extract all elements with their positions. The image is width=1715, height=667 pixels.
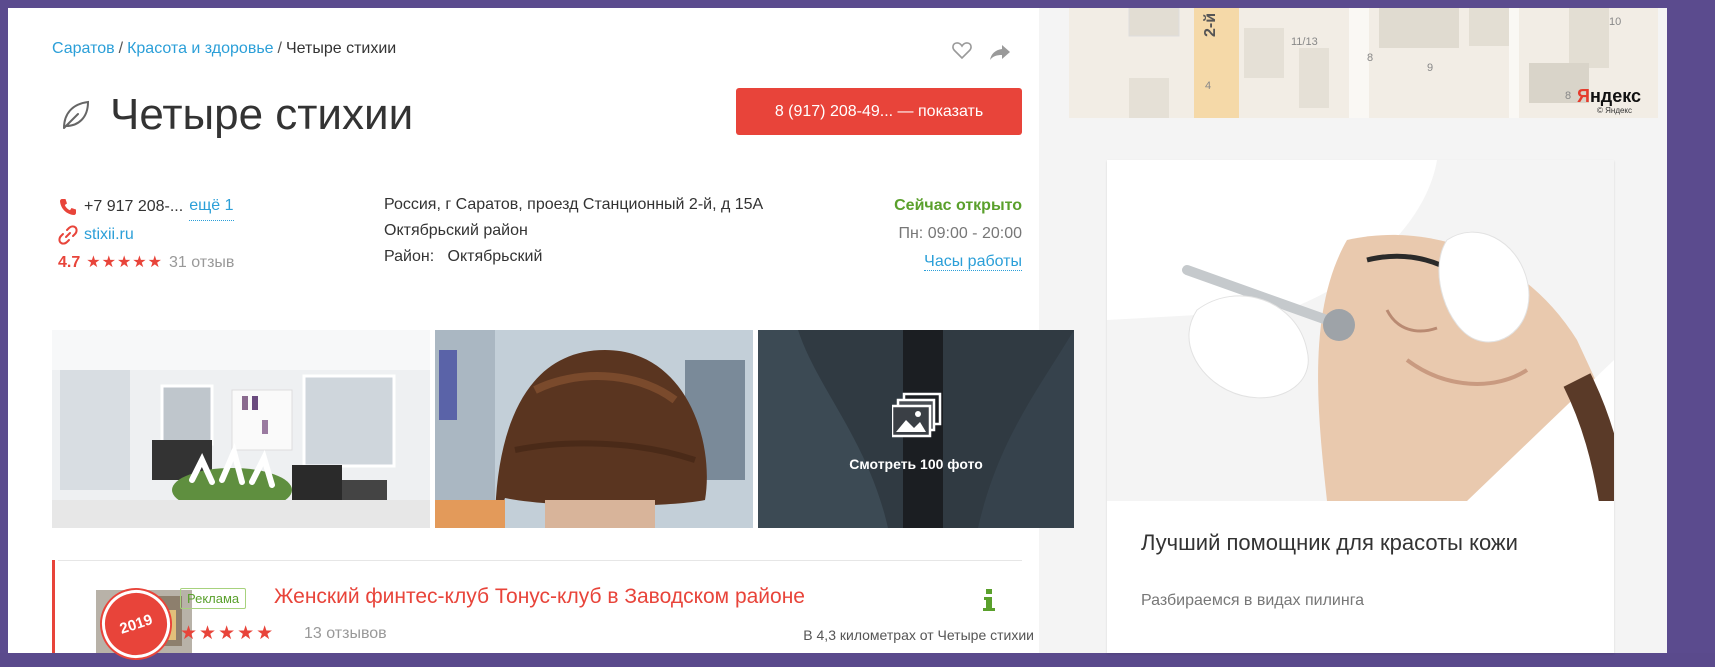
breadcrumb-link-city[interactable]: Саратов [52, 40, 115, 57]
website-link[interactable]: stixii.ru [84, 221, 134, 249]
area-label: Район: [384, 248, 435, 265]
breadcrumb-separator: / [277, 40, 282, 57]
article-card[interactable]: Лучший помощник для красоты кожи Разбира… [1107, 160, 1614, 653]
ad-label: Реклама [180, 588, 247, 609]
ad-title-link[interactable]: Женский финтес-клуб Тонус-клуб в Заводск… [274, 585, 805, 609]
article-title[interactable]: Лучший помощник для красоты кожи [1141, 529, 1581, 557]
map-house-number: 4 [1205, 80, 1212, 92]
map-house-number: 8 [1565, 90, 1572, 102]
gallery-icon [892, 392, 942, 438]
more-photos-tile[interactable]: Смотреть 100 фото [758, 330, 1074, 528]
link-icon [58, 225, 78, 245]
show-phone-button[interactable]: 8 (917) 208-49... — показать [736, 88, 1022, 135]
frame-right [1667, 0, 1715, 653]
map-widget[interactable]: 2-й 11/13 8 9 4 10 8 Яндекс © Яндекс [1069, 8, 1658, 118]
frame-top [0, 0, 1715, 8]
share-icon[interactable] [988, 40, 1012, 64]
phone-number: +7 917 208-... [84, 197, 184, 215]
address-block: Россия, г Саратов, проезд Станционный 2-… [384, 192, 814, 270]
yandex-logo: Яндекс [1577, 86, 1642, 106]
contacts-block: +7 917 208-... ещё 1 stixii.ru 4.7 ★★★★★ … [58, 192, 234, 277]
article-image[interactable] [1107, 160, 1614, 501]
rating-value: 4.7 [58, 254, 81, 271]
map-copyright: © Яндекс [1597, 106, 1633, 115]
leaf-icon [63, 100, 90, 129]
breadcrumb: Саратов / Красота и здоровье / Четыре стихии [52, 40, 396, 58]
photo-gallery: Смотреть 100 фото [52, 330, 1074, 528]
ad-distance: В 4,3 километрах от Четыре стихии [803, 627, 1034, 643]
ad-accent-line [52, 560, 55, 653]
map-house-number: 9 [1427, 62, 1434, 74]
info-icon[interactable] [982, 588, 996, 612]
breadcrumb-current: Четыре стихии [286, 40, 397, 57]
reviews-count[interactable]: 31 отзыв [169, 249, 234, 277]
today-hours: Пн: 09:00 - 20:00 [898, 225, 1022, 242]
area-value: Октябрьский [447, 248, 543, 265]
page-title: Четыре стихии [110, 90, 414, 139]
ad-rating-stars: ★★★★★ [180, 623, 276, 644]
hours-block: Сейчас открыто Пн: 09:00 - 20:00 Часы ра… [780, 192, 1022, 276]
map-house-number: 11/13 [1291, 36, 1318, 48]
article-subtitle: Разбираемся в видах пилинга [1141, 592, 1365, 609]
haircut-photo[interactable] [435, 330, 753, 528]
map-house-number: 10 [1609, 16, 1622, 28]
phone-icon [60, 198, 76, 215]
frame-left [0, 0, 8, 653]
rating-stars: ★★★★★ [86, 254, 163, 271]
more-phones-link[interactable]: ещё 1 [189, 192, 234, 221]
salon-interior-photo[interactable] [52, 330, 430, 528]
district: Октябрьский район [384, 222, 528, 239]
map-house-number: 8 [1367, 52, 1374, 64]
ad-reviews-count[interactable]: 13 отзывов [304, 625, 387, 643]
open-status: Сейчас открыто [894, 197, 1022, 214]
breadcrumb-link-category[interactable]: Красота и здоровье [127, 40, 273, 57]
more-photos-label: Смотреть 100 фото [849, 456, 983, 472]
breadcrumb-separator: / [118, 40, 124, 57]
heart-icon[interactable] [950, 38, 974, 62]
hours-link[interactable]: Часы работы [924, 253, 1022, 271]
ad-block[interactable]: 2019 Реклама Женский финтес-клуб Тонус-к… [52, 560, 1034, 667]
address-line: Россия, г Саратов, проезд Станционный 2-… [384, 196, 764, 213]
map-street-label: 2-й [1202, 12, 1220, 38]
